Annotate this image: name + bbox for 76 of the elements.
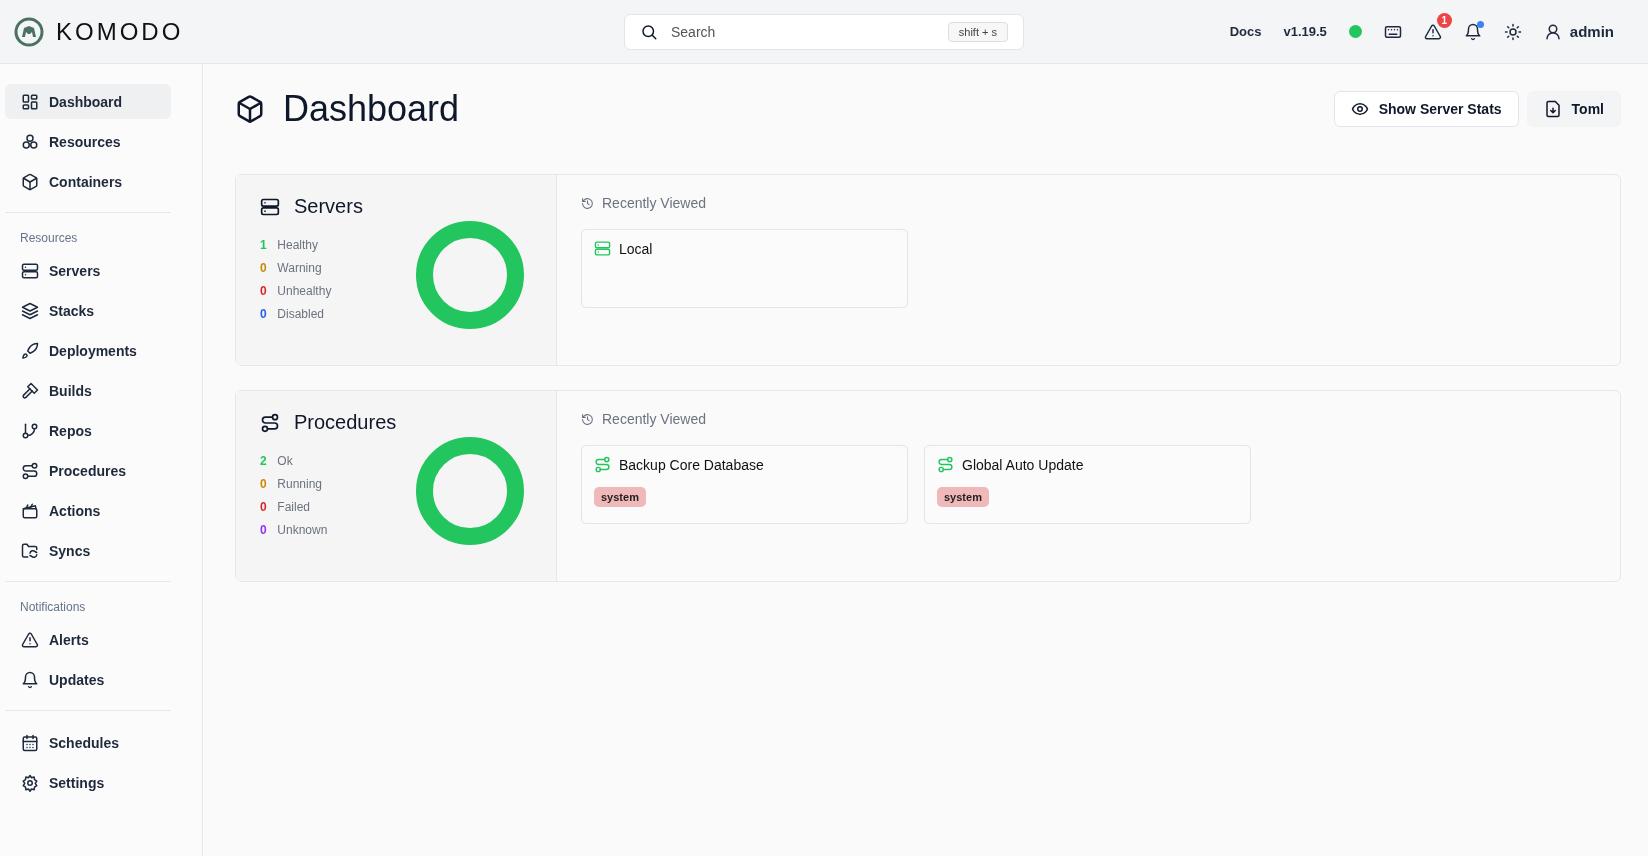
status-count: 0 Disabled xyxy=(260,307,326,321)
sun-icon xyxy=(1503,22,1522,41)
settings-icon xyxy=(21,773,39,792)
git-branch-icon xyxy=(21,421,39,440)
recently-viewed-label: Recently Viewed xyxy=(602,195,707,211)
sidebar-item[interactable]: Resources xyxy=(5,124,171,159)
sidebar-item[interactable]: Actions xyxy=(5,493,171,528)
rocket-icon xyxy=(21,341,39,360)
history-icon xyxy=(581,412,594,426)
user-name[interactable]: admin xyxy=(1569,23,1614,40)
recent-item-card[interactable]: Global Auto Update system xyxy=(924,445,1251,524)
alert-count-badge: 1 xyxy=(1436,12,1452,28)
sidebar-item[interactable]: Alerts xyxy=(5,622,171,657)
status-count: 0 Failed xyxy=(260,500,312,514)
warning-icon xyxy=(1423,22,1442,41)
server-stats-button[interactable]: Show Server Stats xyxy=(1333,91,1519,127)
hammer-icon xyxy=(21,381,39,400)
sidebar-item[interactable]: Deployments xyxy=(5,333,171,368)
sidebar-item[interactable]: Stacks xyxy=(5,293,171,328)
calendar-icon xyxy=(21,733,39,752)
route-icon xyxy=(937,456,954,473)
status-count: 0 Unknown xyxy=(260,523,329,537)
recent-item-card[interactable]: Local xyxy=(581,229,908,308)
toml-button[interactable]: Toml xyxy=(1526,91,1621,127)
item-name: Local xyxy=(619,240,653,257)
recent-item-card[interactable]: Backup Core Database system xyxy=(581,445,908,524)
tag: system xyxy=(594,487,646,507)
status-count: 0 Unhealthy xyxy=(260,284,333,298)
logo-text[interactable]: KOMODO xyxy=(56,17,184,46)
item-name: Global Auto Update xyxy=(962,456,1084,473)
docs-link[interactable]: Docs xyxy=(1229,24,1262,39)
sidebar-item[interactable]: Dashboard xyxy=(5,84,171,119)
status-count: 2 Ok xyxy=(260,454,294,468)
boxes-icon xyxy=(21,132,39,151)
route-icon xyxy=(594,456,611,473)
sidebar-item[interactable]: Servers xyxy=(5,253,171,288)
sidebar-item[interactable]: Repos xyxy=(5,413,171,448)
recently-viewed-label: Recently Viewed xyxy=(602,411,707,427)
server-icon xyxy=(260,196,280,217)
layers-icon xyxy=(21,301,39,320)
card-title: Servers xyxy=(294,195,363,218)
sidebar-heading: Notifications xyxy=(19,599,87,616)
sidebar-item[interactable]: Settings xyxy=(5,765,171,800)
box-icon xyxy=(21,172,39,191)
sidebar-heading: Resources xyxy=(19,230,79,247)
item-name: Backup Core Database xyxy=(619,456,764,473)
card-title: Procedures xyxy=(294,411,397,434)
user-icon xyxy=(1543,22,1562,41)
sidebar-item[interactable]: Schedules xyxy=(5,725,171,760)
route-icon xyxy=(260,412,280,433)
version-label: v1.19.5 xyxy=(1283,24,1327,39)
route-icon xyxy=(21,461,39,480)
search-icon xyxy=(640,22,658,41)
status-count: 1 Healthy xyxy=(260,238,320,252)
folder-sync-icon xyxy=(21,541,39,560)
server-icon xyxy=(21,261,39,280)
sidebar-item[interactable]: Containers xyxy=(5,164,171,199)
grid-icon xyxy=(21,92,39,111)
bell-icon xyxy=(1463,22,1482,41)
page-title: Dashboard xyxy=(283,88,460,130)
eye-icon xyxy=(1350,100,1369,118)
sidebar-item[interactable]: Syncs xyxy=(5,533,171,568)
sidebar-item[interactable]: Builds xyxy=(5,373,171,408)
status-count: 0 Warning xyxy=(260,261,323,275)
bell-icon xyxy=(21,670,39,689)
warning-icon xyxy=(21,630,39,649)
history-icon xyxy=(581,196,594,210)
sidebar-item[interactable]: Updates xyxy=(5,662,171,697)
server-icon xyxy=(594,240,611,257)
status-count: 0 Running xyxy=(260,477,324,491)
logo-icon[interactable] xyxy=(14,16,44,47)
box-icon xyxy=(235,94,265,124)
file-download-icon xyxy=(1543,100,1562,118)
tag: system xyxy=(937,487,989,507)
clapperboard-icon xyxy=(21,501,39,520)
sidebar-item[interactable]: Procedures xyxy=(5,453,171,488)
